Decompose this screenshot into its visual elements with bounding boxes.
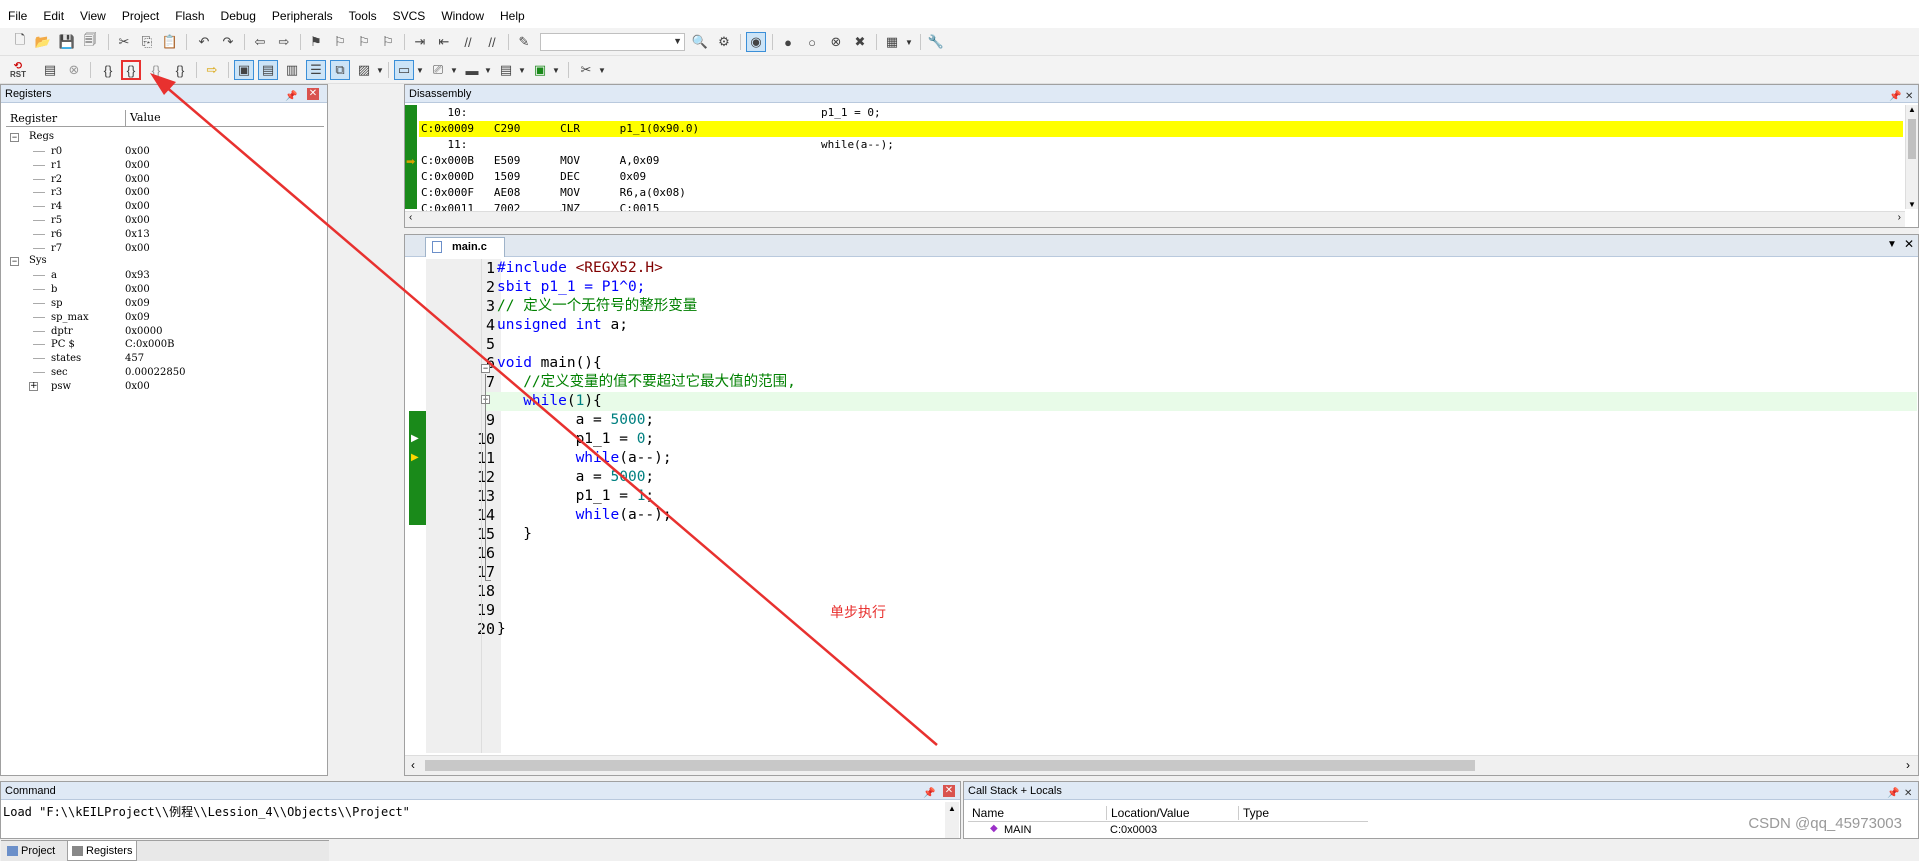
command-output: Load "F:\\kEILProject\\例程\\Lession_4\\Ob… (3, 805, 410, 819)
close-icon[interactable]: ✕ (1904, 785, 1912, 803)
callstack-header: Name Location/Value Type (968, 804, 1368, 822)
close-icon[interactable]: ✕ (943, 785, 955, 797)
function-icon: ◆ (990, 823, 998, 834)
command-title: Command 📌 ✕ (1, 782, 960, 800)
callstack-title: Call Stack + Locals 📌 ✕ (964, 782, 1918, 800)
tab-project-label: Project (21, 845, 56, 857)
command-scrollbar[interactable]: ▲ (945, 802, 959, 838)
pin-icon[interactable]: 📌 (923, 785, 935, 803)
scroll-up-icon[interactable]: ▲ (948, 804, 956, 813)
callstack-title-text: Call Stack + Locals (968, 785, 1062, 797)
callstack-panel: Call Stack + Locals 📌 ✕ Name Location/Va… (963, 781, 1919, 839)
pin-icon[interactable]: 📌 (1887, 785, 1899, 803)
col-location[interactable]: Location/Value (1106, 806, 1190, 820)
registers-icon (72, 846, 83, 856)
callstack-row-location: C:0x0003 (1110, 824, 1158, 836)
annotation-arrow (150, 73, 938, 746)
tab-registers[interactable]: Registers (67, 841, 138, 861)
col-type[interactable]: Type (1238, 806, 1269, 820)
watermark: CSDN @qq_45973003 (1748, 815, 1902, 832)
tab-project[interactable]: Project (3, 841, 59, 861)
project-icon (7, 846, 18, 856)
col-name[interactable]: Name (972, 806, 1004, 820)
command-title-text: Command (5, 785, 56, 797)
callstack-row-name: MAIN (1004, 824, 1032, 836)
left-panel-tabs: Project Registers (1, 840, 329, 861)
tab-registers-label: Registers (86, 845, 133, 857)
command-panel: Command 📌 ✕ Load "F:\\kEILProject\\例程\\L… (0, 781, 961, 839)
callstack-row[interactable]: ◆ MAIN C:0x0003 (968, 823, 1368, 839)
